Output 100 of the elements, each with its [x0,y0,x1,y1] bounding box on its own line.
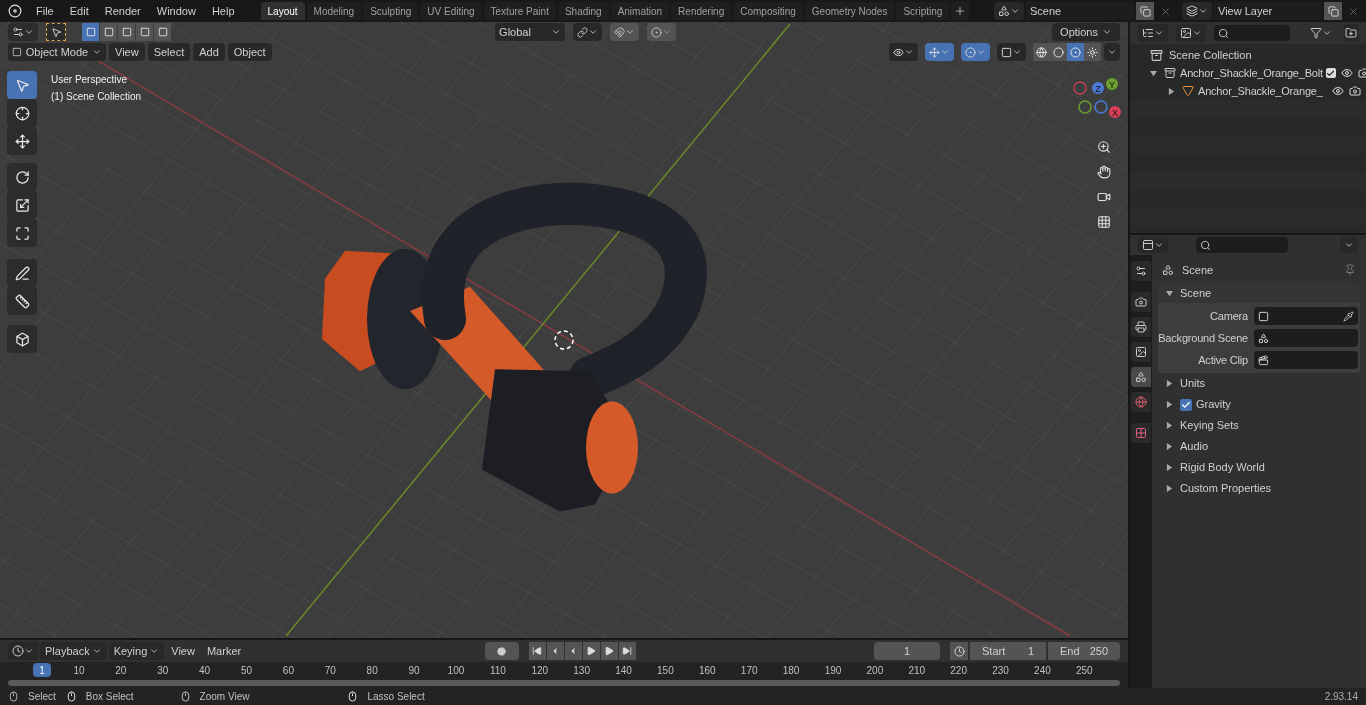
collapsed-triangle-icon[interactable] [1166,443,1173,450]
playhead-frame-marker[interactable]: 1 [33,663,51,677]
overlay-button[interactable] [961,43,990,61]
playback-control-button[interactable] [618,642,636,660]
start-frame-field[interactable]: Start 1 [970,642,1046,660]
expanded-triangle-icon[interactable] [1150,69,1157,77]
annotate-tool-button[interactable] [7,259,37,287]
outliner-item-label[interactable]: Anchor_Shackle_Orange_ [1198,82,1323,100]
section-title[interactable]: Gravity [1196,396,1231,413]
section-title[interactable]: Rigid Body World [1180,459,1265,476]
workspace-tab[interactable]: Sculpting [363,2,419,20]
tool-properties-tab[interactable] [1131,261,1151,281]
display-mode-button[interactable] [1176,24,1206,42]
search-field[interactable] [1196,237,1288,253]
selection-mode-button[interactable] [154,23,171,41]
workspace-tab[interactable]: Shading [557,2,609,20]
render-properties-tab[interactable] [1131,292,1151,312]
menu-item[interactable]: Keying [108,642,165,660]
select-tool-button[interactable] [7,71,37,99]
workspace-tab[interactable]: UV Editing [420,2,482,20]
scene-browse-button[interactable] [994,2,1024,20]
panel-title[interactable]: Scene [1180,284,1212,302]
playback-control-button[interactable] [582,642,600,660]
menu-item[interactable]: Marker [201,642,247,660]
menu-item[interactable]: Object [227,43,272,61]
options-dropdown[interactable]: Options [1052,23,1120,41]
collapsed-triangle-icon[interactable] [1166,401,1173,408]
texture-properties-tab[interactable] [1131,423,1151,443]
move-tool-button[interactable] [7,127,37,155]
field-input[interactable] [1254,307,1358,325]
menu-item[interactable]: View [109,43,145,61]
wireframe-shading-button[interactable] [1033,43,1050,61]
menu-item[interactable]: Render [98,2,147,20]
cursor-tool-button[interactable] [7,99,37,127]
rendered-shading-button[interactable] [1084,43,1101,61]
mode-dropdown[interactable]: Object Mode [8,43,106,61]
collapsed-triangle-icon[interactable] [1168,87,1175,95]
editor-type-button[interactable] [1138,24,1168,42]
keyframe-record-button[interactable] [484,642,519,660]
selection-mode-button[interactable] [82,23,99,41]
outliner-item-label[interactable]: Scene Collection [1169,46,1252,64]
collapsed-triangle-icon[interactable] [1166,485,1173,492]
field-input[interactable] [1254,329,1358,347]
collapsed-triangle-icon[interactable] [1166,464,1173,471]
workspace-tab[interactable]: Layout [260,2,305,20]
collapsed-triangle-icon[interactable] [1166,422,1173,429]
workspace-tab[interactable]: Rendering [671,2,732,20]
playback-control-button[interactable] [564,642,582,660]
workspace-tab[interactable]: Animation [610,2,670,20]
scene-properties-tab[interactable] [1131,367,1151,387]
section-title[interactable]: Keying Sets [1180,417,1239,434]
add-workspace-button[interactable] [951,2,970,20]
transform-orientation-dropdown[interactable]: Global [495,23,566,41]
world-properties-tab[interactable] [1131,392,1151,412]
gizmo-button[interactable] [925,43,954,61]
menu-item[interactable]: Select [147,43,191,61]
workspace-tab[interactable]: Scripting [896,2,950,20]
outliner-item-label[interactable]: Anchor_Shackle_Orange_Bolt [1180,64,1323,82]
workspace-tab[interactable]: Texture Paint [483,2,556,20]
section-title[interactable]: Units [1180,375,1206,392]
timeline-scrollbar[interactable] [8,680,1120,686]
view-layer-name-field[interactable]: View Layer [1214,2,1322,20]
playback-control-button[interactable] [528,642,546,660]
transform-tool-button[interactable] [7,219,37,247]
collapsed-triangle-icon[interactable] [1166,380,1173,387]
section-title[interactable]: Audio [1180,438,1209,455]
workspace-tab[interactable]: Compositing [733,2,803,20]
playback-control-button[interactable] [546,642,564,660]
section-checkbox[interactable] [1180,398,1192,411]
menu-item[interactable]: Playback [40,642,107,660]
solid-shading-button[interactable] [1050,43,1067,61]
selection-mode-button[interactable] [100,23,117,41]
menu-item[interactable]: View [166,642,200,660]
scene-name-field[interactable]: Scene [1026,2,1134,20]
expanded-triangle-icon[interactable] [1166,289,1173,297]
workspace-tab[interactable]: Modeling [306,2,362,20]
editor-type-button[interactable] [8,642,38,660]
field-input[interactable] [1254,351,1358,369]
snap-button[interactable] [610,23,640,41]
selection-mode-button[interactable] [136,23,153,41]
preview-range-button[interactable] [950,642,968,660]
menu-item[interactable]: Window [150,2,202,20]
new-scene-button[interactable] [1136,2,1154,20]
editor-type-button[interactable] [1138,237,1168,253]
menu-item[interactable]: File [30,2,60,20]
navigation-gizmo-drawing[interactable]: Z Y X [1062,74,1122,130]
measure-tool-button[interactable] [7,287,37,315]
proportional-edit-button[interactable] [647,23,677,41]
end-frame-field[interactable]: End 250 [1048,642,1120,660]
selection-mode-button[interactable] [118,23,135,41]
exclude-checkbox[interactable] [1325,68,1336,78]
new-view-layer-button[interactable] [1324,2,1342,20]
editor-type-button[interactable] [8,23,38,41]
view-layer-browse-button[interactable] [1182,2,1212,20]
workspace-tab[interactable]: Geometry Nodes [804,2,895,20]
xray-button[interactable] [997,43,1026,61]
current-frame-field[interactable]: 1 [874,642,940,660]
visibility-button[interactable] [889,43,918,61]
output-properties-tab[interactable] [1131,317,1151,337]
active-tool-button[interactable] [46,23,66,41]
